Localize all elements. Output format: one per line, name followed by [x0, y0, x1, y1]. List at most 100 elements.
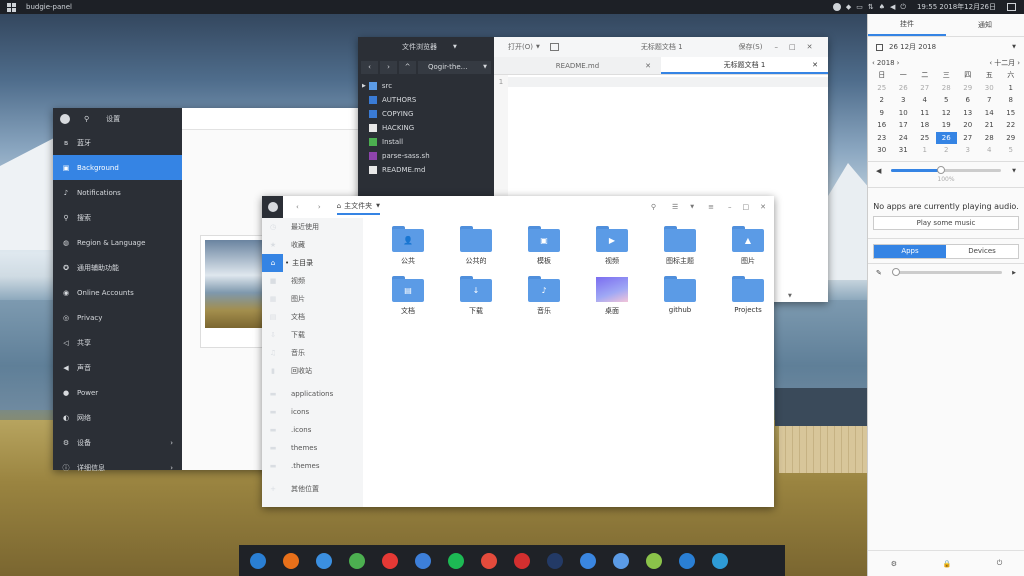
places-item[interactable]: ▬ .themes — [262, 457, 363, 475]
calendar-day[interactable]: 4 — [979, 144, 1001, 157]
location-button[interactable]: ⌂ 主文件夹 ▼ — [336, 199, 380, 215]
mic-slider[interactable] — [891, 268, 1002, 276]
calendar-day[interactable]: 1 — [914, 144, 936, 157]
calendar-day[interactable]: 6 — [957, 94, 979, 107]
screen-icon[interactable]: ▭ — [856, 3, 863, 11]
chevron-down-icon[interactable]: ▼ — [690, 204, 694, 210]
chevron-down-icon[interactable]: ▼ — [788, 293, 792, 299]
calendar-day[interactable]: 28 — [936, 82, 958, 95]
chevron-down-icon[interactable]: ▼ — [536, 44, 540, 50]
screenshot-icon[interactable] — [645, 552, 662, 569]
network-icon[interactable]: ⇅ — [868, 3, 874, 11]
places-item[interactable]: ◷ 最近使用 — [262, 218, 363, 236]
prev-month-icon[interactable]: ‹ — [989, 59, 992, 67]
chevron-down-icon[interactable]: ▼ — [1012, 168, 1016, 174]
folder-item[interactable]: 公共的 — [442, 226, 510, 276]
devices-tab[interactable]: Devices — [946, 244, 1018, 258]
spotify-icon[interactable] — [447, 552, 464, 569]
file-tree-item[interactable]: AUTHORS — [358, 93, 494, 107]
view-list-icon[interactable]: ☰ — [672, 203, 678, 211]
calendar-day[interactable]: 25 — [914, 132, 936, 145]
places-item[interactable]: ▬ applications — [262, 385, 363, 403]
calendar-day[interactable]: 31 — [893, 144, 915, 157]
calendar-day[interactable]: 14 — [979, 107, 1001, 120]
settings-item-10[interactable]: ● Power — [53, 380, 182, 405]
close-tab-icon[interactable]: ✕ — [645, 62, 651, 70]
calendar-day[interactable]: 2 — [936, 144, 958, 157]
calendar-day[interactable]: 29 — [957, 82, 979, 95]
file-tree-item[interactable]: Install — [358, 135, 494, 149]
calendar-day[interactable]: 23 — [871, 132, 893, 145]
close-icon[interactable]: ✕ — [807, 43, 813, 51]
calendar-day[interactable]: 16 — [871, 119, 893, 132]
calendar-day[interactable]: 8 — [1000, 94, 1022, 107]
minimize-icon[interactable]: – — [728, 203, 732, 211]
calendar-day[interactable]: 5 — [936, 94, 958, 107]
folder-item[interactable]: ♪ 音乐 — [510, 276, 578, 326]
places-item[interactable]: ♫ 音乐 — [262, 344, 363, 362]
clock[interactable]: 19:55 2018年12月26日 — [917, 2, 996, 12]
back-icon[interactable]: ‹ — [296, 203, 299, 211]
settings-gear-icon[interactable]: ⚙ — [891, 560, 897, 568]
file-tree-item[interactable]: parse-sass.sh — [358, 149, 494, 163]
settings-item-0[interactable]: ʙ 蓝牙 — [53, 130, 182, 155]
settings-item-6[interactable]: ◉ Online Accounts — [53, 280, 182, 305]
calendar-day[interactable]: 19 — [936, 119, 958, 132]
calendar-day[interactable]: 30 — [871, 144, 893, 157]
search-icon[interactable]: ⚲ — [84, 115, 89, 123]
calendar-day[interactable]: 27 — [957, 132, 979, 145]
calendar-day[interactable]: 22 — [1000, 119, 1022, 132]
forward-icon[interactable]: › — [318, 203, 321, 211]
calendar-day[interactable]: 26 — [935, 131, 957, 144]
settings-item-4[interactable]: ◍ Region & Language — [53, 230, 182, 255]
calendar-day[interactable]: 21 — [979, 119, 1001, 132]
settings-item-1[interactable]: ▣ Background — [53, 155, 182, 180]
folder-item[interactable]: ▶ 视频 — [578, 226, 646, 276]
close-tab-icon[interactable]: ✕ — [812, 61, 818, 69]
firefox-icon[interactable] — [282, 552, 299, 569]
calendar-day[interactable]: 4 — [914, 94, 936, 107]
ruby-icon[interactable] — [480, 552, 497, 569]
new-document-icon[interactable] — [549, 43, 559, 51]
chrome-icon[interactable] — [348, 552, 365, 569]
app-grid-icon[interactable] — [4, 2, 18, 12]
file-tree-item[interactable]: ▶ src — [358, 79, 494, 93]
folder-item[interactable]: 👤 公共 — [374, 226, 442, 276]
file-tree-item[interactable]: COPYING — [358, 107, 494, 121]
places-item[interactable]: ▤ 文档 — [262, 308, 363, 326]
user-icon[interactable] — [832, 3, 841, 11]
calendar-day[interactable]: 2 — [871, 94, 893, 107]
settings-item-3[interactable]: ⚲ 搜索 — [53, 205, 182, 230]
places-item[interactable]: ■ 视频 — [262, 272, 363, 290]
calendar-day[interactable]: 26 — [893, 82, 915, 95]
settings-item-7[interactable]: ◎ Privacy — [53, 305, 182, 330]
play-music-button[interactable]: Play some music — [873, 215, 1019, 230]
calendar-day[interactable]: 9 — [871, 107, 893, 120]
folder-item[interactable]: ▣ 模板 — [510, 226, 578, 276]
maximize-icon[interactable]: □ — [789, 43, 796, 51]
netease-icon[interactable] — [513, 552, 530, 569]
places-item[interactable]: ⇩ 下载 — [262, 326, 363, 344]
places-item[interactable]: ▮ 回收站 — [262, 362, 363, 380]
files-icon[interactable] — [612, 552, 629, 569]
calendar-day[interactable]: 27 — [914, 82, 936, 95]
calendar-icon[interactable] — [414, 552, 431, 569]
settings-item-11[interactable]: ◐ 网络 — [53, 405, 182, 430]
path-selector[interactable]: Qogir-the… ▼ — [418, 60, 491, 74]
typora-icon[interactable] — [711, 552, 728, 569]
tab-widgets[interactable]: 挂件 — [868, 14, 946, 36]
calendar-day[interactable]: 5 — [1000, 144, 1022, 157]
save-button[interactable]: 保存(S) — [739, 42, 763, 52]
app-menu-label[interactable]: budgie-panel — [26, 3, 72, 11]
budgie-icon[interactable] — [249, 552, 266, 569]
calendar-day[interactable]: 29 — [1000, 132, 1022, 145]
calendar-day[interactable]: 11 — [914, 107, 936, 120]
places-item[interactable]: ▦ 图片 — [262, 290, 363, 308]
mail-icon[interactable] — [315, 552, 332, 569]
calendar-day[interactable]: 10 — [893, 107, 915, 120]
budgie2-icon[interactable] — [678, 552, 695, 569]
power-icon[interactable]: ⏻ — [997, 559, 1003, 568]
file-tree-item[interactable]: HACKING — [358, 121, 494, 135]
settings-item-2[interactable]: ♪ Notifications — [53, 180, 182, 205]
forward-icon[interactable]: › — [380, 60, 397, 74]
